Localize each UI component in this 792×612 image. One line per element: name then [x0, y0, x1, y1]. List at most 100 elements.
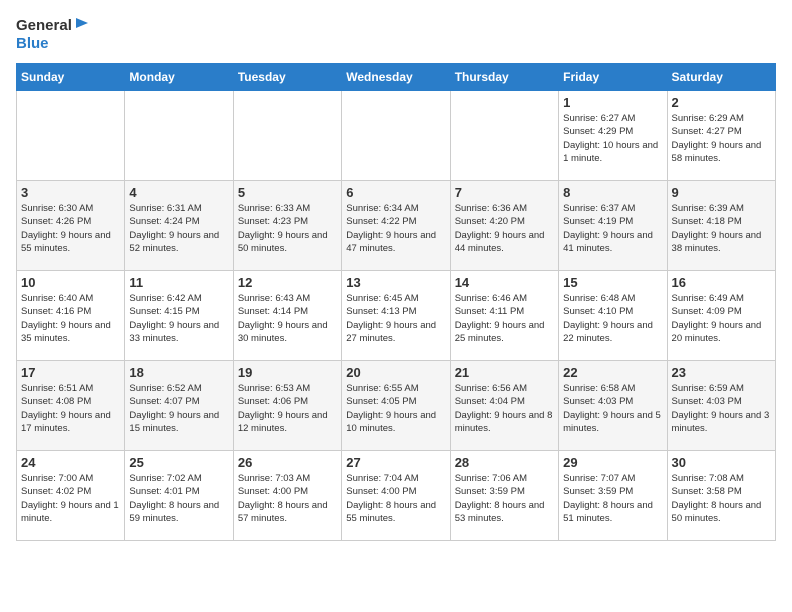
weekday-tuesday: Tuesday [233, 64, 341, 91]
day-number: 22 [563, 365, 662, 380]
day-number: 21 [455, 365, 554, 380]
calendar-cell [450, 91, 558, 181]
calendar-cell: 26 Sunrise: 7:03 AM Sunset: 4:00 PM Dayli… [233, 451, 341, 541]
week-row-1: 3Sunrise: 6:30 AM Sunset: 4:26 PM Daylig… [17, 181, 776, 271]
weekday-header-row: SundayMondayTuesdayWednesdayThursdayFrid… [17, 64, 776, 91]
day-number: 10 [21, 275, 120, 290]
calendar-cell: 24 Sunrise: 7:00 AM Sunset: 4:02 PM Dayli… [17, 451, 125, 541]
calendar-cell: 1 Sunrise: 6:27 AM Sunset: 4:29 PM Daylig… [559, 91, 667, 181]
day-info: Sunrise: 6:48 AM Sunset: 4:10 PM Dayligh… [563, 292, 662, 345]
page-header: General Blue [16, 16, 776, 53]
day-info: Sunrise: 6:51 AM Sunset: 4:08 PM Dayligh… [21, 382, 120, 435]
day-number: 6 [346, 185, 445, 200]
day-info: Sunrise: 6:55 AM Sunset: 4:05 PM Dayligh… [346, 382, 445, 435]
day-info: Sunrise: 6:33 AM Sunset: 4:23 PM Dayligh… [238, 202, 337, 255]
day-number: 7 [455, 185, 554, 200]
calendar-cell: 22 Sunrise: 6:58 AM Sunset: 4:03 PM Dayli… [559, 361, 667, 451]
calendar-cell [233, 91, 341, 181]
logo-arrow-icon [74, 16, 88, 30]
day-number: 27 [346, 455, 445, 470]
day-info: Sunrise: 6:30 AM Sunset: 4:26 PM Dayligh… [21, 202, 120, 255]
day-info: Sunrise: 7:08 AM Sunset: 3:58 PM Dayligh… [672, 472, 771, 525]
week-row-3: 17Sunrise: 6:51 AM Sunset: 4:08 PM Dayli… [17, 361, 776, 451]
day-number: 1 [563, 95, 662, 110]
calendar-cell: 10 Sunrise: 6:40 AM Sunset: 4:16 PM Dayli… [17, 271, 125, 361]
day-number: 16 [672, 275, 771, 290]
day-info: Sunrise: 6:52 AM Sunset: 4:07 PM Dayligh… [129, 382, 228, 435]
day-info: Sunrise: 7:06 AM Sunset: 3:59 PM Dayligh… [455, 472, 554, 525]
calendar-cell: 18Sunrise: 6:52 AM Sunset: 4:07 PM Dayli… [125, 361, 233, 451]
day-info: Sunrise: 6:31 AM Sunset: 4:24 PM Dayligh… [129, 202, 228, 255]
weekday-saturday: Saturday [667, 64, 775, 91]
calendar-cell: 5 Sunrise: 6:33 AM Sunset: 4:23 PM Daylig… [233, 181, 341, 271]
day-number: 8 [563, 185, 662, 200]
day-info: Sunrise: 6:45 AM Sunset: 4:13 PM Dayligh… [346, 292, 445, 345]
day-number: 19 [238, 365, 337, 380]
logo-blue-text: Blue [16, 35, 88, 53]
day-number: 28 [455, 455, 554, 470]
day-info: Sunrise: 6:46 AM Sunset: 4:11 PM Dayligh… [455, 292, 554, 345]
day-info: Sunrise: 6:43 AM Sunset: 4:14 PM Dayligh… [238, 292, 337, 345]
day-number: 24 [21, 455, 120, 470]
day-number: 9 [672, 185, 771, 200]
calendar-cell: 11Sunrise: 6:42 AM Sunset: 4:15 PM Dayli… [125, 271, 233, 361]
calendar-cell: 17Sunrise: 6:51 AM Sunset: 4:08 PM Dayli… [17, 361, 125, 451]
calendar-cell: 2 Sunrise: 6:29 AM Sunset: 4:27 PM Daylig… [667, 91, 775, 181]
day-info: Sunrise: 6:40 AM Sunset: 4:16 PM Dayligh… [21, 292, 120, 345]
day-number: 2 [672, 95, 771, 110]
calendar-cell: 29Sunrise: 7:07 AM Sunset: 3:59 PM Dayli… [559, 451, 667, 541]
day-number: 14 [455, 275, 554, 290]
day-info: Sunrise: 7:04 AM Sunset: 4:00 PM Dayligh… [346, 472, 445, 525]
week-row-4: 24 Sunrise: 7:00 AM Sunset: 4:02 PM Dayli… [17, 451, 776, 541]
calendar-cell: 21 Sunrise: 6:56 AM Sunset: 4:04 PM Dayli… [450, 361, 558, 451]
calendar-table: SundayMondayTuesdayWednesdayThursdayFrid… [16, 63, 776, 541]
week-row-0: 1 Sunrise: 6:27 AM Sunset: 4:29 PM Daylig… [17, 91, 776, 181]
calendar-cell: 7 Sunrise: 6:36 AM Sunset: 4:20 PM Daylig… [450, 181, 558, 271]
calendar-cell: 20 Sunrise: 6:55 AM Sunset: 4:05 PM Dayli… [342, 361, 450, 451]
day-number: 12 [238, 275, 337, 290]
weekday-friday: Friday [559, 64, 667, 91]
day-number: 25 [129, 455, 228, 470]
day-number: 30 [672, 455, 771, 470]
calendar-cell: 19 Sunrise: 6:53 AM Sunset: 4:06 PM Dayli… [233, 361, 341, 451]
weekday-sunday: Sunday [17, 64, 125, 91]
day-number: 20 [346, 365, 445, 380]
day-info: Sunrise: 6:36 AM Sunset: 4:20 PM Dayligh… [455, 202, 554, 255]
calendar-cell: 14 Sunrise: 6:46 AM Sunset: 4:11 PM Dayli… [450, 271, 558, 361]
day-info: Sunrise: 6:39 AM Sunset: 4:18 PM Dayligh… [672, 202, 771, 255]
calendar-cell [17, 91, 125, 181]
day-info: Sunrise: 6:53 AM Sunset: 4:06 PM Dayligh… [238, 382, 337, 435]
day-info: Sunrise: 6:49 AM Sunset: 4:09 PM Dayligh… [672, 292, 771, 345]
calendar-cell: 25 Sunrise: 7:02 AM Sunset: 4:01 PM Dayli… [125, 451, 233, 541]
calendar-cell: 12 Sunrise: 6:43 AM Sunset: 4:14 PM Dayli… [233, 271, 341, 361]
calendar-cell: 6 Sunrise: 6:34 AM Sunset: 4:22 PM Daylig… [342, 181, 450, 271]
day-info: Sunrise: 6:58 AM Sunset: 4:03 PM Dayligh… [563, 382, 662, 435]
calendar-cell: 8Sunrise: 6:37 AM Sunset: 4:19 PM Daylig… [559, 181, 667, 271]
day-number: 15 [563, 275, 662, 290]
week-row-2: 10 Sunrise: 6:40 AM Sunset: 4:16 PM Dayli… [17, 271, 776, 361]
day-number: 5 [238, 185, 337, 200]
day-info: Sunrise: 7:07 AM Sunset: 3:59 PM Dayligh… [563, 472, 662, 525]
calendar-cell: 28 Sunrise: 7:06 AM Sunset: 3:59 PM Dayli… [450, 451, 558, 541]
logo-general-text: General [16, 16, 88, 35]
calendar-cell: 3Sunrise: 6:30 AM Sunset: 4:26 PM Daylig… [17, 181, 125, 271]
day-number: 4 [129, 185, 228, 200]
calendar-cell: 4 Sunrise: 6:31 AM Sunset: 4:24 PM Daylig… [125, 181, 233, 271]
weekday-monday: Monday [125, 64, 233, 91]
calendar-cell: 13Sunrise: 6:45 AM Sunset: 4:13 PM Dayli… [342, 271, 450, 361]
day-info: Sunrise: 6:42 AM Sunset: 4:15 PM Dayligh… [129, 292, 228, 345]
calendar-cell: 23Sunrise: 6:59 AM Sunset: 4:03 PM Dayli… [667, 361, 775, 451]
day-info: Sunrise: 6:34 AM Sunset: 4:22 PM Dayligh… [346, 202, 445, 255]
calendar-cell: 16 Sunrise: 6:49 AM Sunset: 4:09 PM Dayli… [667, 271, 775, 361]
calendar-body: 1 Sunrise: 6:27 AM Sunset: 4:29 PM Daylig… [17, 91, 776, 541]
day-number: 26 [238, 455, 337, 470]
weekday-wednesday: Wednesday [342, 64, 450, 91]
day-info: Sunrise: 7:00 AM Sunset: 4:02 PM Dayligh… [21, 472, 120, 525]
day-info: Sunrise: 7:02 AM Sunset: 4:01 PM Dayligh… [129, 472, 228, 525]
calendar-cell [342, 91, 450, 181]
calendar-cell: 9 Sunrise: 6:39 AM Sunset: 4:18 PM Daylig… [667, 181, 775, 271]
day-info: Sunrise: 6:27 AM Sunset: 4:29 PM Dayligh… [563, 112, 662, 165]
day-info: Sunrise: 6:29 AM Sunset: 4:27 PM Dayligh… [672, 112, 771, 165]
day-info: Sunrise: 7:03 AM Sunset: 4:00 PM Dayligh… [238, 472, 337, 525]
day-info: Sunrise: 6:56 AM Sunset: 4:04 PM Dayligh… [455, 382, 554, 435]
